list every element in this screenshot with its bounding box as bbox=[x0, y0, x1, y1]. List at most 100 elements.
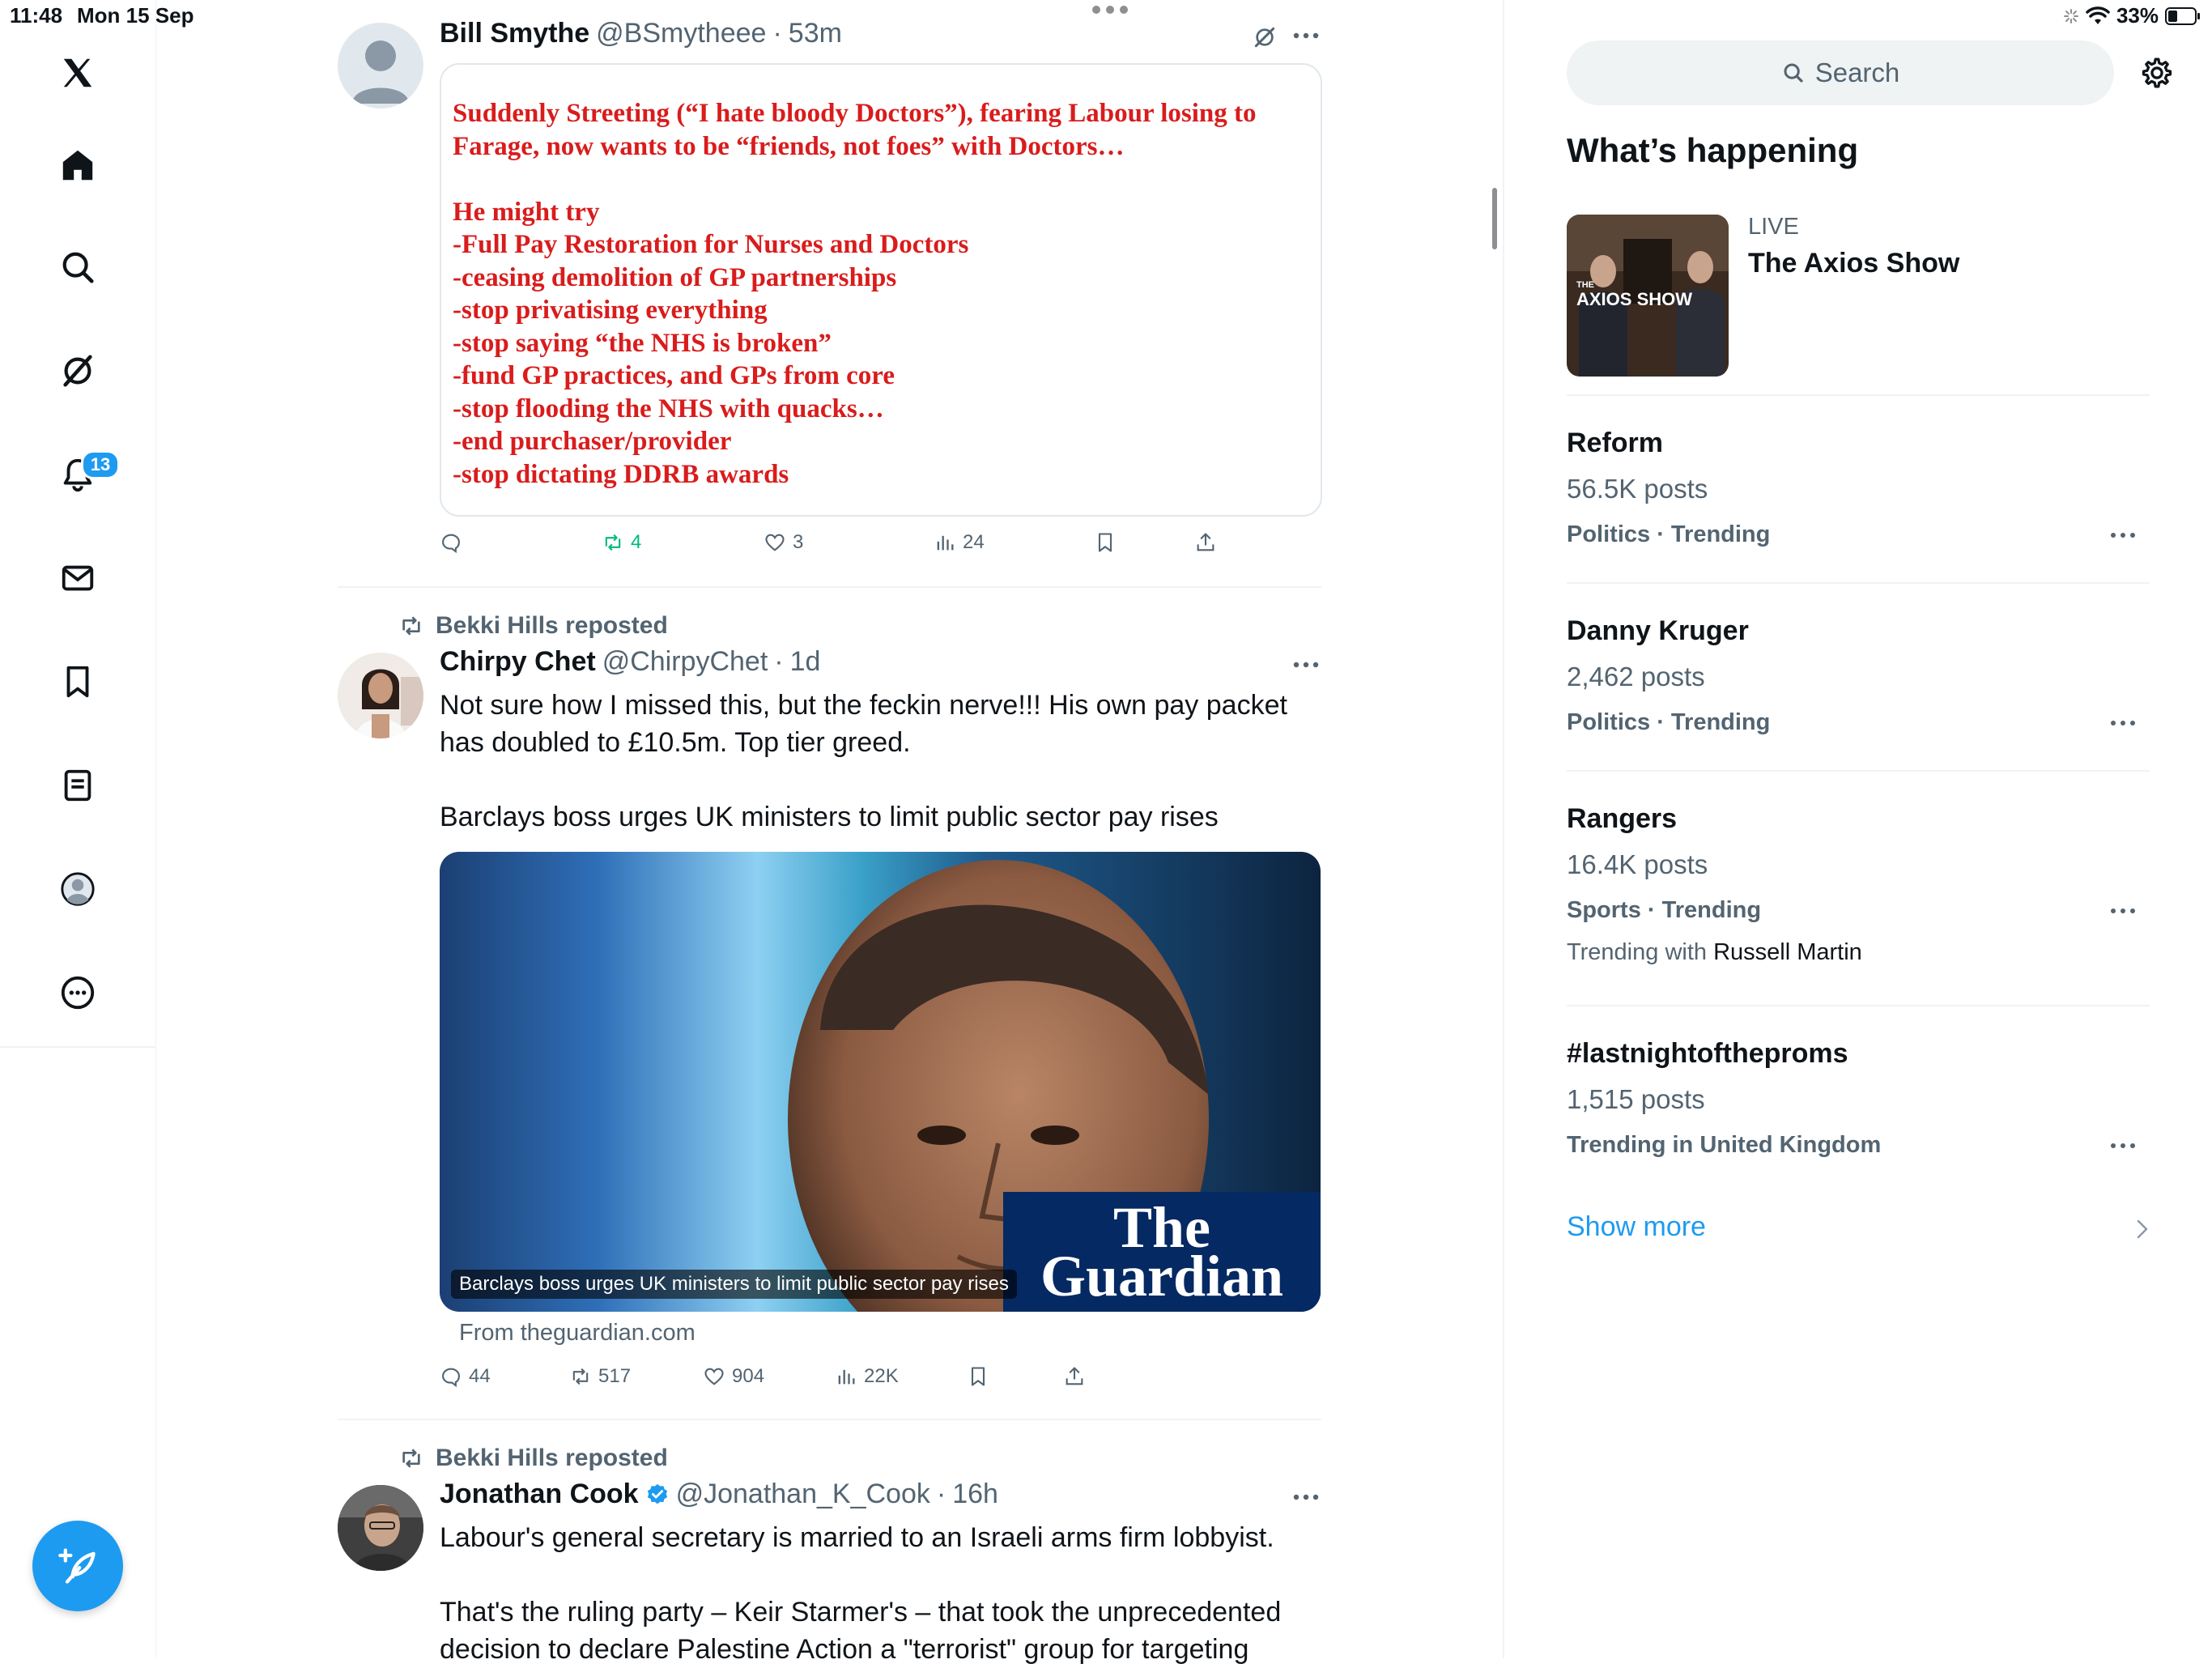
avatar[interactable] bbox=[338, 23, 423, 109]
trend-name[interactable]: Reform bbox=[1567, 428, 1663, 459]
tweet-header: Bill Smythe @BSmytheee · 53m bbox=[440, 18, 842, 49]
author-name[interactable]: Chirpy Chet bbox=[440, 646, 596, 678]
tweet-time[interactable]: 16h bbox=[952, 1479, 998, 1510]
reply-button[interactable]: 44 bbox=[440, 1365, 491, 1388]
trend-name[interactable]: Danny Kruger bbox=[1567, 615, 1749, 647]
grok-explain-icon[interactable] bbox=[1252, 24, 1278, 50]
reply-icon bbox=[442, 1368, 460, 1388]
default-avatar-icon bbox=[352, 40, 409, 104]
trend-name[interactable]: #lastnightoftheproms bbox=[1567, 1038, 1848, 1070]
battery-icon bbox=[2165, 6, 2200, 25]
trend-category: Politics · Trending bbox=[1567, 521, 1771, 547]
repost-label: Bekki Hills reposted bbox=[436, 612, 668, 639]
trend-count: 16.4K posts bbox=[1567, 849, 1708, 879]
views-button[interactable]: 22K bbox=[835, 1365, 899, 1388]
trend-divider bbox=[1567, 770, 2150, 772]
avatar[interactable] bbox=[338, 1485, 423, 1571]
trend-more-icon[interactable] bbox=[2109, 531, 2137, 539]
like-button[interactable]: 3 bbox=[764, 531, 803, 554]
trend-count: 56.5K posts bbox=[1567, 474, 1708, 504]
separator-dot: · bbox=[772, 18, 782, 49]
bookmark-button[interactable] bbox=[967, 1365, 989, 1388]
link-card-caption: Barclays boss urges UK ministers to limi… bbox=[451, 1270, 1017, 1299]
views-chart-icon bbox=[937, 535, 954, 551]
repost-icon bbox=[605, 534, 621, 551]
share-button[interactable] bbox=[1063, 1365, 1086, 1388]
more-circle-icon[interactable] bbox=[49, 964, 107, 1022]
author-name[interactable]: Bill Smythe bbox=[440, 18, 589, 49]
compose-button[interactable] bbox=[32, 1521, 123, 1611]
reply-icon bbox=[442, 534, 460, 554]
search-placeholder: Search bbox=[1814, 57, 1900, 87]
quoted-image-text: Suddenly Streeting (“I hate bloody Docto… bbox=[453, 99, 1257, 489]
repost-indicator[interactable]: Bekki Hills reposted bbox=[398, 612, 668, 640]
repost-indicator[interactable]: Bekki Hills reposted bbox=[398, 1445, 668, 1472]
like-count: 904 bbox=[732, 1365, 765, 1387]
avatar-photo bbox=[338, 653, 423, 738]
author-handle[interactable]: @ChirpyChet bbox=[602, 646, 768, 678]
trend-name[interactable]: Rangers bbox=[1567, 803, 1677, 835]
show-more-link[interactable]: Show more bbox=[1567, 1211, 1706, 1243]
author-handle[interactable]: @BSmytheee bbox=[596, 18, 766, 49]
trend-divider bbox=[1567, 1005, 2150, 1006]
scroll-indicator[interactable] bbox=[1492, 188, 1497, 249]
heart-icon bbox=[704, 1368, 724, 1385]
like-count: 3 bbox=[793, 531, 804, 553]
link-card-source[interactable]: From theguardian.com bbox=[459, 1320, 696, 1347]
tweet-header: Jonathan Cook @Jonathan_K_Cook · 16h bbox=[440, 1479, 998, 1510]
author-name[interactable]: Jonathan Cook bbox=[440, 1479, 639, 1510]
messages-envelope-icon[interactable] bbox=[49, 549, 107, 607]
trend-more-icon[interactable] bbox=[2109, 907, 2137, 915]
repost-icon bbox=[402, 1449, 420, 1468]
quoted-image[interactable]: Suddenly Streeting (“I hate bloody Docto… bbox=[440, 63, 1322, 517]
trend-more-icon[interactable] bbox=[2109, 1142, 2137, 1150]
tweet-divider bbox=[338, 586, 1321, 588]
more-options-icon[interactable] bbox=[1292, 32, 1320, 40]
repost-button[interactable]: 517 bbox=[569, 1365, 631, 1388]
thumb-logo-text: AXIOS SHOW bbox=[1576, 289, 1692, 309]
separator-dot: · bbox=[936, 1479, 946, 1509]
repost-count: 4 bbox=[631, 531, 642, 553]
trend-related-prefix: Trending with bbox=[1567, 939, 1708, 965]
repost-button[interactable]: 4 bbox=[602, 531, 641, 554]
trend-more-icon[interactable] bbox=[2109, 719, 2137, 727]
search-icon bbox=[1784, 63, 1803, 83]
loading-spinner-icon bbox=[2063, 8, 2078, 23]
more-options-icon[interactable] bbox=[1292, 1493, 1320, 1501]
link-card-image[interactable]: The Guardian Barclays boss urges UK mini… bbox=[440, 852, 1321, 1312]
search-input[interactable]: Search bbox=[1567, 40, 2114, 105]
tweet-time[interactable]: 53m bbox=[789, 18, 842, 49]
avatar[interactable] bbox=[338, 653, 423, 738]
tweet-text: Labour's general secretary is married to… bbox=[440, 1522, 1282, 1665]
lists-icon[interactable] bbox=[49, 756, 107, 815]
explore-search-icon[interactable] bbox=[49, 238, 107, 296]
tweet-text: Not sure how I missed this, but the feck… bbox=[440, 690, 1287, 832]
battery-percent: 33% bbox=[2116, 3, 2159, 28]
home-icon[interactable] bbox=[49, 136, 107, 194]
like-button[interactable]: 904 bbox=[703, 1365, 764, 1388]
bookmarks-icon[interactable] bbox=[49, 653, 107, 711]
author-handle[interactable]: @Jonathan_K_Cook bbox=[676, 1479, 930, 1510]
repost-label: Bekki Hills reposted bbox=[436, 1445, 668, 1471]
profile-icon[interactable] bbox=[49, 860, 107, 918]
compose-feather-plus-icon bbox=[58, 1548, 96, 1584]
grok-icon[interactable] bbox=[49, 342, 107, 400]
share-button[interactable] bbox=[1194, 531, 1217, 554]
tweet-divider bbox=[338, 1419, 1321, 1420]
tweet-time[interactable]: 1d bbox=[790, 646, 821, 678]
section-title: What’s happening bbox=[1567, 131, 1859, 169]
live-thumbnail-image: THE AXIOS SHOW bbox=[1567, 215, 1729, 377]
chevron-right-icon bbox=[2137, 1219, 2148, 1239]
reply-button[interactable] bbox=[440, 531, 462, 554]
live-title[interactable]: The Axios Show bbox=[1748, 248, 1959, 279]
trend-related-name[interactable]: Russell Martin bbox=[1713, 939, 1862, 965]
settings-gear-icon[interactable] bbox=[2139, 55, 2175, 91]
views-button[interactable]: 24 bbox=[934, 531, 985, 554]
trend-category: Sports · Trending bbox=[1567, 897, 1762, 923]
more-options-icon[interactable] bbox=[1292, 661, 1320, 669]
trend-count: 2,462 posts bbox=[1567, 662, 1705, 691]
guardian-logo: The Guardian bbox=[1003, 1192, 1321, 1312]
live-thumbnail[interactable]: THE AXIOS SHOW bbox=[1567, 215, 1729, 377]
bookmark-button[interactable] bbox=[1094, 531, 1117, 554]
logo-x-icon[interactable] bbox=[49, 44, 107, 102]
